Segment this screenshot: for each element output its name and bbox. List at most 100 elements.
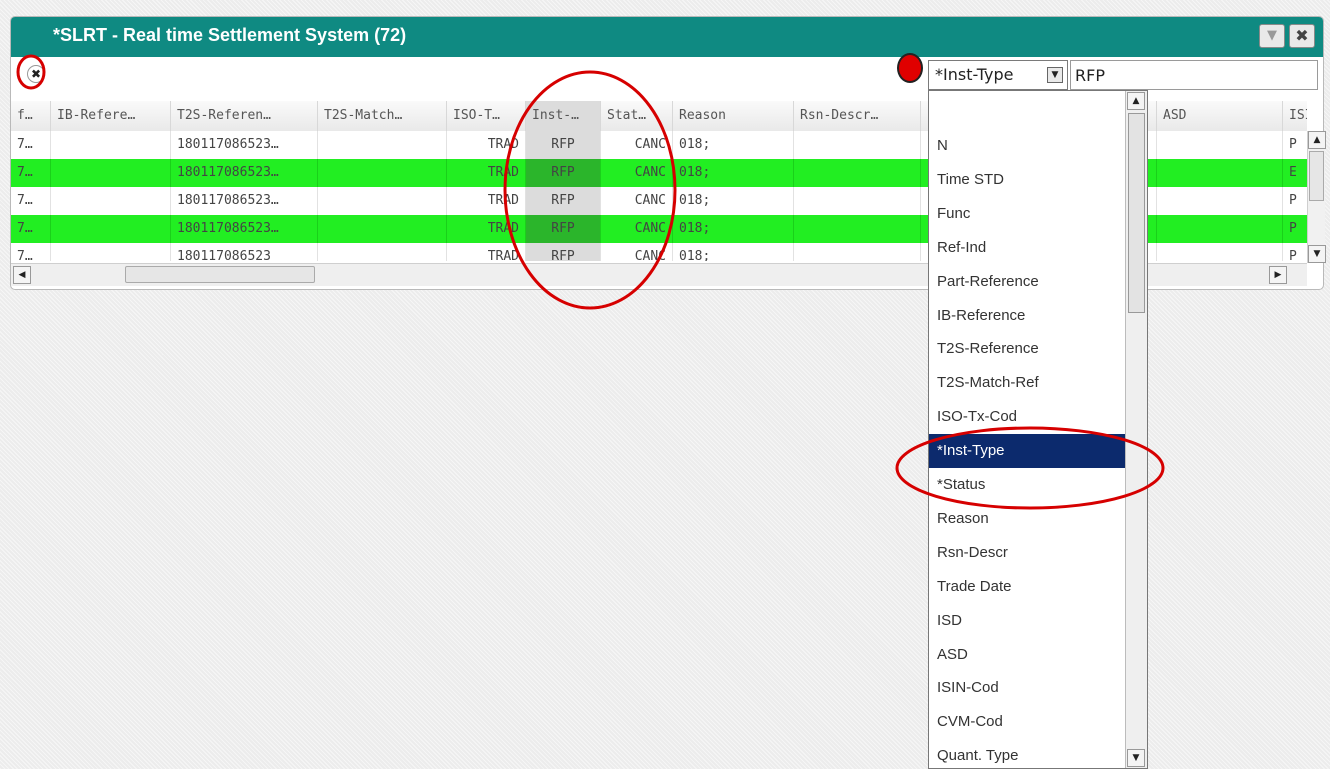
dropdown-item[interactable]: *Status (929, 468, 1125, 502)
table-cell (51, 215, 171, 243)
filter-value-input[interactable] (1070, 60, 1318, 90)
table-cell (794, 187, 921, 215)
table-cell: 7… (11, 131, 51, 159)
table-cell: CANC (601, 215, 673, 243)
table-cell (51, 159, 171, 187)
table-cell: 018; (673, 243, 794, 261)
scroll-down-arrow-icon[interactable]: ▼ (1308, 245, 1326, 263)
dropdown-item[interactable]: T2S-Reference (929, 332, 1125, 366)
window-title: *SLRT - Real time Settlement System (72) (53, 25, 407, 45)
table-cell (51, 187, 171, 215)
dropdown-item[interactable]: T2S-Match-Ref (929, 366, 1125, 400)
table-cell: 180117086523… (171, 187, 318, 215)
dropdown-scroll-down-icon[interactable]: ▼ (1127, 749, 1145, 767)
column-header[interactable]: ISO-T… (447, 101, 526, 131)
table-cell: RFP (526, 243, 601, 261)
table-cell: RFP (526, 187, 601, 215)
window-titlebar[interactable]: *SLRT - Real time Settlement System (72)… (11, 17, 1323, 57)
table-cell: CANC (601, 243, 673, 261)
table-cell: 180117086523… (171, 215, 318, 243)
dropdown-item[interactable]: Time STD (929, 163, 1125, 197)
minimize-button[interactable]: ▼ (1259, 24, 1285, 48)
table-cell: P (1283, 243, 1307, 261)
table-cell: CANC (601, 131, 673, 159)
table-cell (1157, 159, 1283, 187)
table-cell: TRAD (447, 243, 526, 261)
table-cell: E (1283, 159, 1307, 187)
table-cell (1157, 187, 1283, 215)
table-cell: 7… (11, 159, 51, 187)
grid-vertical-scrollbar[interactable]: ▲ ▼ (1307, 131, 1326, 263)
column-header[interactable]: Rsn-Descr… (794, 101, 921, 131)
scroll-left-arrow-icon[interactable]: ◀ (13, 266, 31, 284)
filter-field-select[interactable]: *Inst-Type ▼ (928, 60, 1068, 90)
table-cell: RFP (526, 159, 601, 187)
table-cell (1157, 215, 1283, 243)
dropdown-scroll-up-icon[interactable]: ▲ (1127, 92, 1145, 110)
dropdown-item[interactable]: ISO-Tx-Cod (929, 400, 1125, 434)
close-button[interactable]: ✖ (1289, 24, 1315, 48)
table-cell (794, 243, 921, 261)
dropdown-item[interactable]: *Inst-Type (929, 434, 1125, 469)
table-cell (794, 159, 921, 187)
dropdown-scroll-thumb[interactable] (1128, 113, 1145, 313)
column-header[interactable]: Stat… (601, 101, 673, 131)
table-cell: RFP (526, 131, 601, 159)
table-cell: 018; (673, 215, 794, 243)
table-cell: 018; (673, 131, 794, 159)
dropdown-item[interactable]: Quant. Type (929, 739, 1125, 768)
table-cell: 7… (11, 243, 51, 261)
column-header[interactable]: f… (11, 101, 51, 131)
table-cell: TRAD (447, 131, 526, 159)
column-header[interactable]: Inst-… (526, 101, 601, 131)
dropdown-item[interactable]: ISD (929, 604, 1125, 638)
dropdown-item[interactable]: Part-Reference (929, 265, 1125, 299)
table-cell: 018; (673, 187, 794, 215)
table-cell (318, 159, 447, 187)
table-cell: P (1283, 215, 1307, 243)
dropdown-item[interactable]: IB-Reference (929, 299, 1125, 333)
dropdown-item[interactable]: Trade Date (929, 570, 1125, 604)
filter-field-label: *Inst-Type (935, 65, 1014, 84)
filter-field-dropdown[interactable]: Quant. Type CVM-Cod ISIN-Cod ASD ISD Trade Da… (928, 90, 1148, 769)
table-cell: 180117086523 (171, 243, 318, 261)
table-cell (318, 215, 447, 243)
table-cell: 180117086523… (171, 131, 318, 159)
table-cell: RFP (526, 215, 601, 243)
column-header[interactable]: IB-Refere… (51, 101, 171, 131)
scroll-right-arrow-icon[interactable]: ▶ (1269, 266, 1287, 284)
dropdown-item[interactable]: Ref-Ind (929, 231, 1125, 265)
clear-filter-icon[interactable]: ✖ (27, 65, 45, 83)
table-cell (51, 131, 171, 159)
dropdown-item[interactable]: ASD (929, 638, 1125, 672)
dropdown-item[interactable]: ISIN-Cod (929, 671, 1125, 705)
vertical-scroll-thumb[interactable] (1309, 151, 1324, 201)
dropdown-item[interactable]: Reason (929, 502, 1125, 536)
dropdown-item[interactable]: Func (929, 197, 1125, 231)
horizontal-scroll-thumb[interactable] (125, 266, 315, 283)
column-header[interactable]: Reason (673, 101, 794, 131)
table-cell: TRAD (447, 187, 526, 215)
scroll-up-arrow-icon[interactable]: ▲ (1308, 131, 1326, 149)
dropdown-item[interactable]: CVM-Cod (929, 705, 1125, 739)
dropdown-item[interactable]: N (929, 129, 1125, 163)
dropdown-scrollbar[interactable]: ▲ ▼ (1125, 91, 1147, 768)
table-cell (318, 187, 447, 215)
record-dot-icon (897, 53, 923, 83)
column-header[interactable]: T2S-Match… (318, 101, 447, 131)
table-cell (794, 131, 921, 159)
table-cell: 7… (11, 215, 51, 243)
table-cell (51, 243, 171, 261)
table-cell (1157, 131, 1283, 159)
table-cell (318, 131, 447, 159)
column-header[interactable]: ASD (1157, 101, 1283, 131)
dropdown-item[interactable]: Rsn-Descr (929, 536, 1125, 570)
table-cell: CANC (601, 187, 673, 215)
table-cell: 018; (673, 159, 794, 187)
table-cell: TRAD (447, 215, 526, 243)
table-cell (318, 243, 447, 261)
column-header[interactable]: T2S-Referen… (171, 101, 318, 131)
table-cell (794, 215, 921, 243)
column-header[interactable]: ISI (1283, 101, 1307, 131)
chevron-down-icon[interactable]: ▼ (1047, 67, 1063, 83)
